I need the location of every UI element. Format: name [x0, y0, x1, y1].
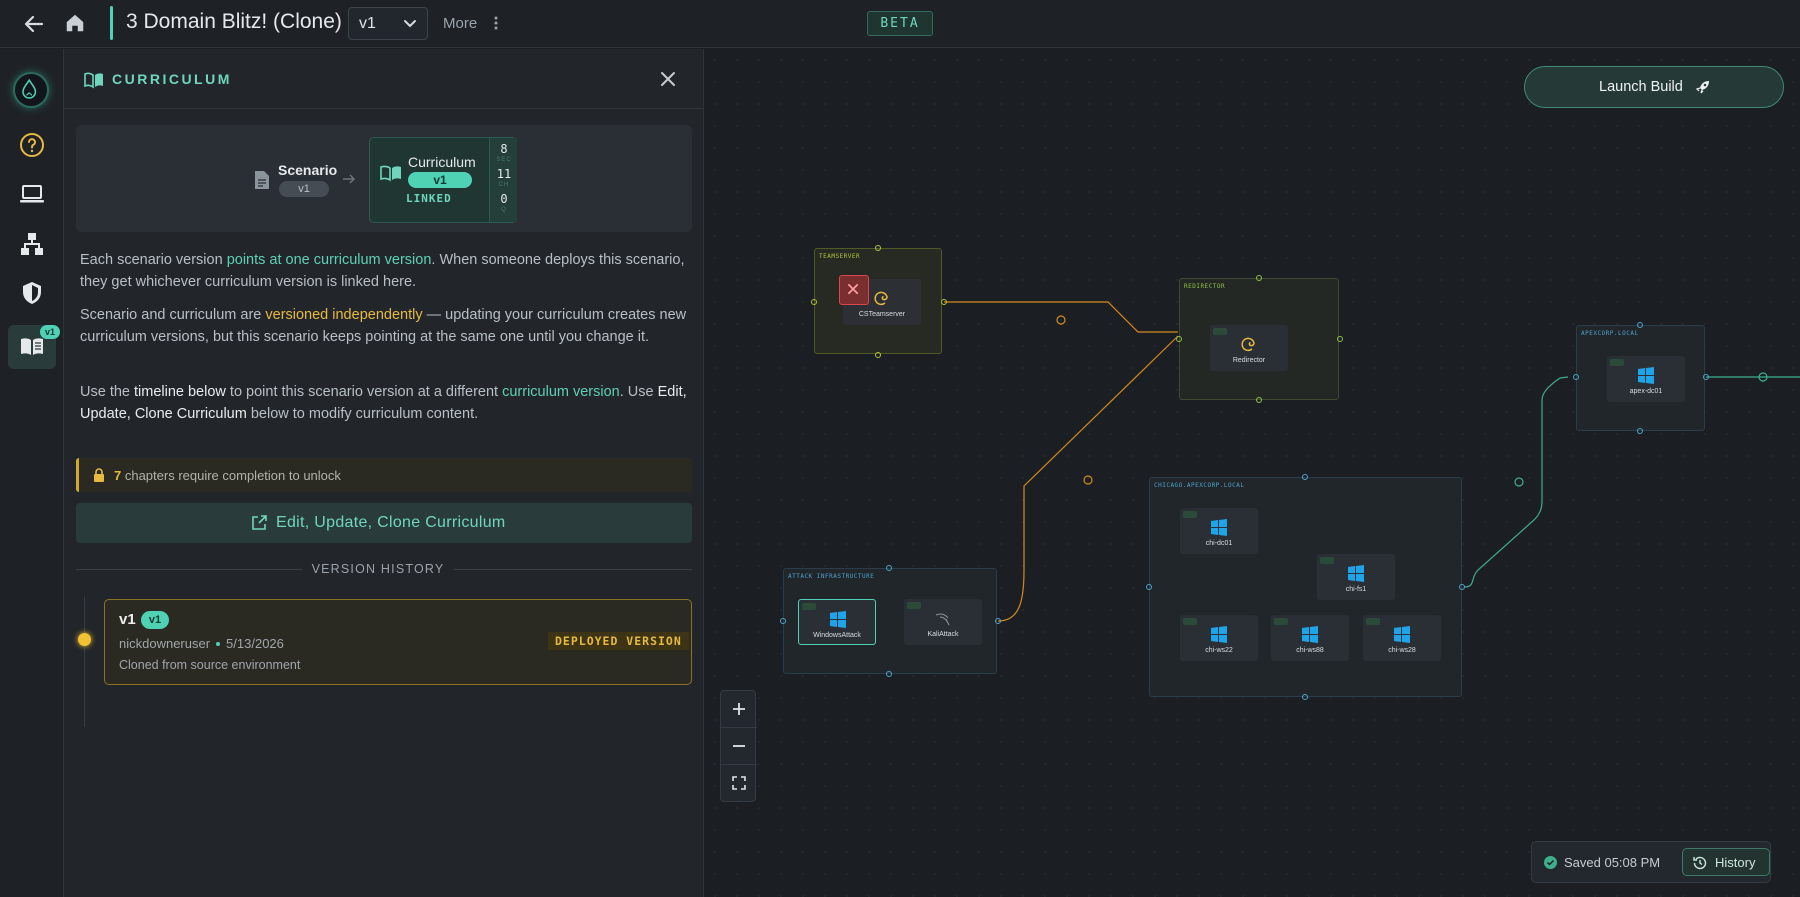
port-handle[interactable] [1637, 428, 1643, 434]
host-chi-ws28-name: chi-ws28 [1388, 647, 1416, 654]
host-chi-fs1-name: chi-fs1 [1345, 586, 1367, 593]
host-chi-ws22-name: chi-ws22 [1205, 647, 1233, 654]
port-handle[interactable] [1637, 322, 1643, 328]
windows-icon [1348, 565, 1364, 582]
history-button[interactable]: History [1682, 848, 1770, 876]
port-handle[interactable] [1302, 694, 1308, 700]
zoom-out-button[interactable] [721, 728, 757, 765]
check-circle-icon [1544, 856, 1557, 869]
port-handle[interactable] [1459, 584, 1465, 590]
group-teamserver-title: TEAMSERVER [819, 253, 861, 260]
host-tag [1274, 618, 1288, 625]
fit-view-button[interactable] [721, 765, 757, 802]
port-handle[interactable] [1573, 374, 1579, 380]
port-handle[interactable] [1703, 374, 1709, 380]
windows-icon [1302, 626, 1318, 643]
host-windowsattack[interactable]: WindowsAttack [798, 599, 876, 645]
windows-icon [1211, 519, 1227, 536]
host-tag [1213, 328, 1227, 335]
host-tag [1366, 618, 1380, 625]
port-handle[interactable] [875, 352, 881, 358]
host-chi-dc01-name: chi-dc01 [1205, 540, 1233, 547]
windows-icon [1211, 626, 1227, 643]
rocket-icon [1695, 81, 1709, 94]
debian-swirl-icon [874, 291, 888, 306]
group-redirector[interactable]: REDIRECTOR Redirector [1179, 278, 1339, 400]
port-handle[interactable] [941, 299, 947, 305]
host-chi-fs1[interactable]: chi-fs1 [1317, 554, 1395, 600]
group-apexcorp[interactable]: APEXCORP.LOCAL apex-dc01 [1576, 325, 1705, 431]
host-chi-ws88[interactable]: chi-ws88 [1271, 615, 1349, 661]
port-handle[interactable] [995, 618, 1001, 624]
group-teamserver[interactable]: TEAMSERVER CSTeamserver [814, 248, 942, 354]
saved-time-text: Saved 05:08 PM [1564, 855, 1661, 870]
launch-build-button[interactable]: Launch Build [1524, 66, 1784, 108]
minus-icon [733, 745, 745, 747]
group-apexcorp-title: APEXCORP.LOCAL [1581, 330, 1639, 337]
port-handle[interactable] [780, 618, 786, 624]
host-redirector[interactable]: Redirector [1210, 325, 1288, 371]
host-apex-dc01[interactable]: apex-dc01 [1607, 356, 1685, 402]
host-chi-ws88-name: chi-ws88 [1296, 647, 1324, 654]
port-handle[interactable] [1302, 474, 1308, 480]
port-handle[interactable] [886, 671, 892, 677]
host-tag [1320, 557, 1334, 564]
windows-icon [1394, 626, 1410, 643]
group-redirector-title: REDIRECTOR [1184, 283, 1226, 290]
port-handle[interactable] [886, 565, 892, 571]
windows-icon [1638, 367, 1654, 384]
host-tag [802, 603, 816, 610]
fullscreen-icon [732, 776, 746, 790]
host-windowsattack-name: WindowsAttack [813, 632, 861, 639]
host-apex-dc01-name: apex-dc01 [1629, 388, 1663, 395]
port-handle[interactable] [1176, 336, 1182, 342]
port-handle[interactable] [1337, 336, 1343, 342]
host-chi-dc01[interactable]: chi-dc01 [1180, 508, 1258, 554]
zoom-controls [720, 690, 757, 802]
group-attack-title: ATTACK INFRASTRUCTURE [788, 573, 875, 580]
windows-icon [830, 611, 846, 628]
host-redirector-name: Redirector [1232, 357, 1266, 364]
port-handle[interactable] [875, 245, 881, 251]
host-tag [1183, 511, 1197, 518]
connection-lines [944, 301, 1800, 622]
host-tag [907, 602, 921, 609]
group-attack-infrastructure[interactable]: ATTACK INFRASTRUCTURE WindowsAttack Kali… [783, 568, 997, 674]
save-status-bar: Saved 05:08 PM History [1531, 841, 1771, 883]
host-chi-ws28[interactable]: chi-ws28 [1363, 615, 1441, 661]
port-handle[interactable] [1146, 584, 1152, 590]
group-chicago-title: CHICAGO.APEXCORP.LOCAL [1154, 482, 1245, 489]
group-chicago-apexcorp[interactable]: CHICAGO.APEXCORP.LOCAL chi-dc01 chi-fs1 … [1149, 477, 1462, 697]
history-icon [1693, 856, 1707, 870]
host-csteamserver-name: CSTeamserver [858, 311, 906, 318]
port-handle[interactable] [811, 299, 817, 305]
error-x-icon [839, 275, 869, 305]
history-label: History [1715, 855, 1756, 870]
port-handle[interactable] [1256, 397, 1262, 403]
host-tag [1610, 359, 1624, 366]
host-kaliattack-name: KaliAttack [927, 631, 959, 638]
port-handle[interactable] [1256, 275, 1262, 281]
kali-dragon-icon [935, 613, 950, 626]
host-tag [1183, 618, 1197, 625]
debian-swirl-icon [1241, 337, 1255, 352]
host-chi-ws22[interactable]: chi-ws22 [1180, 615, 1258, 661]
zoom-in-button[interactable] [721, 691, 757, 728]
launch-build-label: Launch Build [1599, 79, 1683, 95]
host-kaliattack[interactable]: KaliAttack [904, 599, 982, 645]
plus-icon [733, 703, 745, 715]
